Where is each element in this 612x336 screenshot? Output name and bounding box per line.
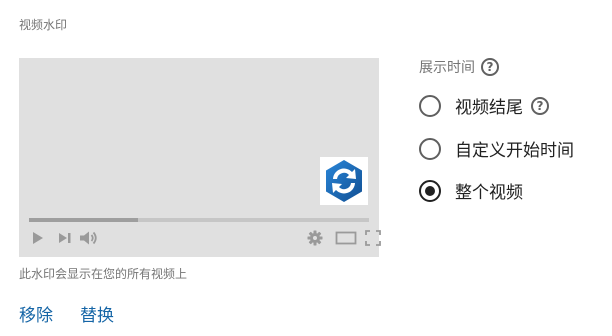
replace-link[interactable]: 替换 bbox=[80, 301, 114, 326]
radio-button[interactable] bbox=[419, 137, 441, 160]
radio-option-label: 自定义开始时间 bbox=[455, 141, 574, 161]
watermark-logo-icon bbox=[326, 160, 362, 202]
help-icon[interactable]: ? bbox=[481, 58, 499, 76]
video-preview bbox=[19, 58, 381, 257]
theater-mode-icon[interactable] bbox=[335, 230, 357, 246]
watermark-caption: 此水印会显示在您的所有视频上 bbox=[19, 267, 188, 281]
radio-option-label: 整个视频 bbox=[455, 183, 523, 203]
radio-option-custom-start[interactable]: 自定义开始时间 bbox=[419, 136, 574, 161]
progress-bar[interactable] bbox=[29, 218, 369, 222]
play-icon[interactable] bbox=[31, 230, 45, 246]
watermark-logo bbox=[320, 157, 368, 205]
progress-bar-fill bbox=[29, 218, 138, 222]
section-title: 视频水印 bbox=[19, 18, 68, 32]
radio-option-video-end[interactable]: 视频结尾 ? bbox=[419, 93, 549, 118]
radio-option-entire-video[interactable]: 整个视频 bbox=[419, 178, 523, 203]
radio-option-label: 视频结尾 bbox=[455, 98, 523, 118]
skip-next-icon[interactable] bbox=[57, 230, 73, 246]
volume-icon[interactable] bbox=[79, 230, 99, 246]
help-icon[interactable]: ? bbox=[531, 96, 549, 115]
gear-icon[interactable] bbox=[307, 230, 323, 246]
remove-link[interactable]: 移除 bbox=[19, 301, 53, 326]
player-controls bbox=[29, 230, 381, 250]
fullscreen-icon[interactable] bbox=[365, 230, 381, 246]
radio-button[interactable] bbox=[419, 94, 441, 117]
radio-button[interactable] bbox=[419, 179, 441, 202]
display-time-label: 展示时间 bbox=[419, 60, 475, 76]
display-time-heading: 展示时间 ? bbox=[419, 57, 499, 77]
